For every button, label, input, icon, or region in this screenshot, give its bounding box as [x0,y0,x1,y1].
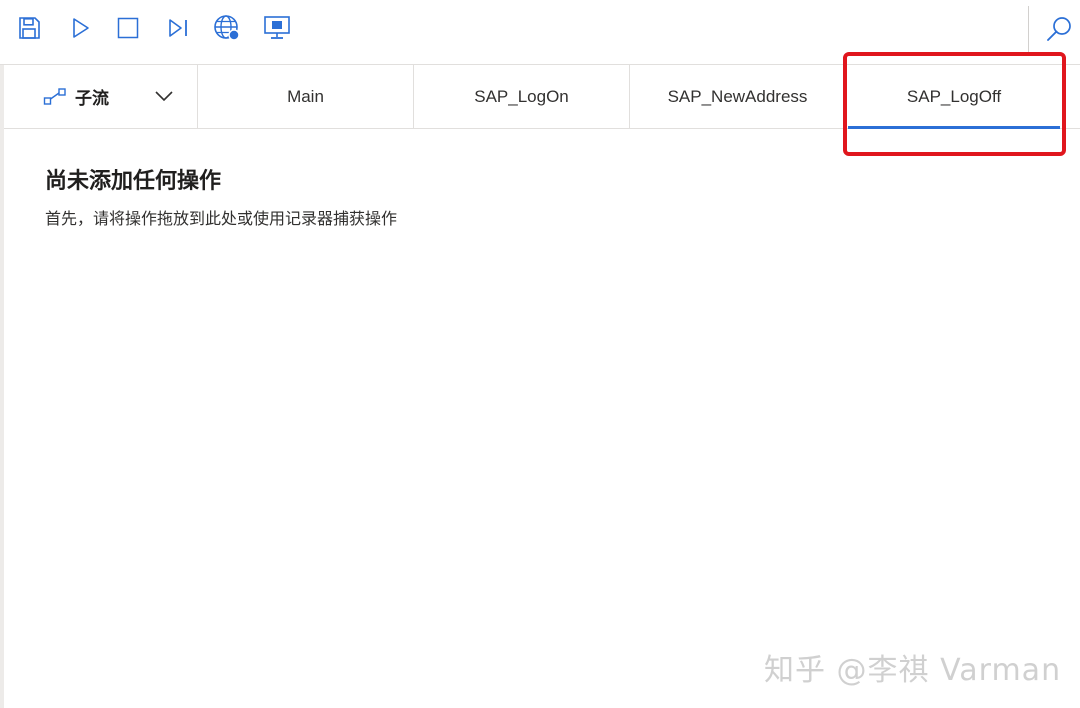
web-recorder-button[interactable] [212,13,242,43]
stop-button[interactable] [113,13,143,43]
play-icon [73,18,89,38]
toolbar [0,0,1080,65]
subflow-label: 子流 [75,89,109,109]
save-icon [19,17,40,39]
subflow-icon [43,87,66,105]
tab-label: Main [287,86,324,106]
active-tab-indicator [848,126,1060,129]
desktop-recorder-button[interactable] [262,13,292,43]
watermark: 知乎 @李祺 Varman [764,653,1062,688]
empty-state-title: 尚未添加任何操作 [45,169,222,194]
tab-sap-logon[interactable]: SAP_LogOn [414,65,630,128]
globe-icon [214,15,240,41]
search-icon [1047,17,1071,41]
left-edge-strip [0,65,4,708]
tab-main[interactable]: Main [198,65,414,128]
search-button[interactable] [1044,14,1074,44]
chevron-down-icon [155,91,173,102]
stop-icon [117,17,139,39]
tab-label: SAP_LogOn [474,86,569,106]
tab-sap-newaddress[interactable]: SAP_NewAddress [630,65,846,128]
tab-sap-logoff[interactable]: SAP_LogOff [846,65,1062,129]
step-next-icon [169,19,187,37]
monitor-icon [264,16,290,39]
subflows-dropdown[interactable]: 子流 [4,65,198,128]
toolbar-divider [1028,6,1029,54]
save-button[interactable] [14,13,44,43]
empty-state-subtitle: 首先，请将操作拖放到此处或使用记录器捕获操作 [45,209,398,228]
step-button[interactable] [163,13,193,43]
tab-label: SAP_LogOff [906,86,1002,106]
subflow-tabbar: 子流 Main SAP_LogOn SAP_NewAddress SAP_Log… [4,65,1080,129]
tab-label: SAP_NewAddress [667,86,808,106]
run-button[interactable] [65,13,95,43]
